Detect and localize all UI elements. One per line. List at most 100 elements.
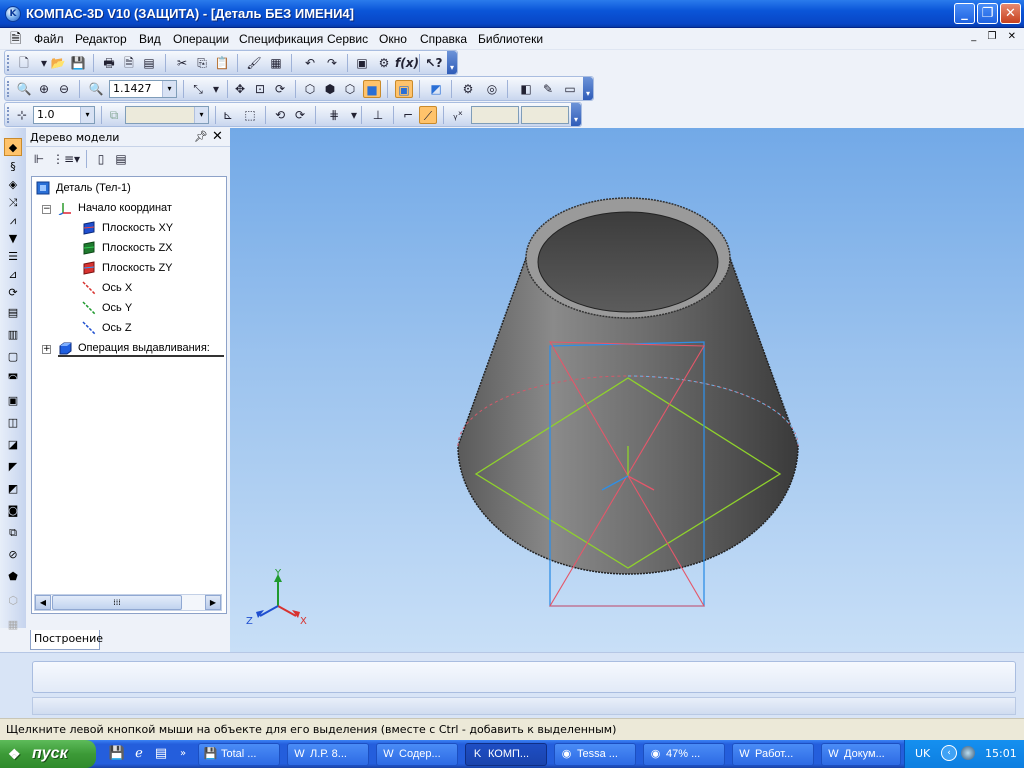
tree-node-extrusion[interactable]: Операция выдавливания: [58,339,224,357]
menu-service[interactable]: Сервис [327,32,368,46]
monitor-icon[interactable]: ▭ [561,80,579,98]
surfaces-icon[interactable]: ◈ [4,176,22,194]
kompas-k-icon[interactable]: K [5,6,21,22]
new-file-icon[interactable]: 🗋 [15,54,33,72]
redo-icon[interactable]: ↷ [323,54,341,72]
plane-orient-icon[interactable]: ⬚ [241,106,259,124]
preview-icon[interactable]: 🗎 [120,54,138,72]
tree-node-plane-xy[interactable]: Плоскость XY [82,219,222,237]
zoom-out-icon[interactable]: ⊖ [55,80,73,98]
context-help-icon[interactable]: ↖? [425,54,443,72]
loft-op-icon[interactable]: ◚ [4,370,22,388]
taskbar-item-download[interactable]: ◉ 47% ... [643,743,725,766]
shell-icon[interactable]: ◙ [4,502,22,520]
color-icon[interactable]: ✎ [539,80,557,98]
wireframe-icon[interactable]: ⬡ [301,80,319,98]
open-folder-icon[interactable]: 📂 [49,54,67,72]
cut-extrude-icon[interactable]: ▣ [4,392,22,410]
show-hidden-icons-icon[interactable]: ‹ [941,745,957,761]
rotate-icon[interactable]: ⟳ [271,80,289,98]
chevron-down-icon[interactable]: ▾ [162,81,176,97]
display-settings-icon[interactable]: ⚙ [459,80,477,98]
expand-extrusion-icon[interactable]: + [42,345,51,354]
variables-fx-icon[interactable]: f(x) [395,54,419,72]
editing-details-icon[interactable]: ◆ [4,138,22,156]
taskbar-item-dokum[interactable]: W Докум... [821,743,901,766]
tree-node-origin[interactable]: Начало координат [58,199,218,217]
maximize-button[interactable]: ❐ [977,3,998,24]
tab-construction[interactable]: Построение [30,630,103,650]
menu-help[interactable]: Справка [420,32,467,46]
tree-horizontal-scrollbar[interactable]: ◀ ⁞⁞⁞ ▶ [34,594,222,611]
coordinate-system-icon[interactable]: ⊥ [369,106,387,124]
auxiliary-geometry-icon[interactable]: ⩘ [4,212,22,230]
pan-icon[interactable]: ✥ [231,80,249,98]
filters-icon[interactable]: ▼ [4,230,22,248]
model-canvas[interactable]: Y X Z [230,128,1024,652]
spatial-curves-icon[interactable]: § [4,158,22,176]
start-button[interactable]: ❖ пуск [0,740,96,768]
menu-file[interactable]: Файл [34,32,64,46]
tree-node-axis-y[interactable]: Ось Y [82,299,222,317]
toolbar-grip[interactable] [7,107,10,123]
show-all-icon[interactable]: ◎ [483,80,501,98]
menu-specification[interactable]: Спецификация [239,32,323,46]
orientation-icon[interactable]: ⤡ [189,80,207,98]
model-viewport[interactable]: Y X Z [230,128,1024,652]
shaded-with-edges-icon[interactable]: ▣ [395,80,413,98]
zoom-scale-icon[interactable]: 🔍 [87,80,105,98]
fillet-icon[interactable]: ◤ [4,458,22,476]
close-button[interactable]: ✕ [1000,3,1021,24]
menu-operations[interactable]: Операции [173,32,229,46]
zoom-scale-field[interactable]: 1.1427 ▾ [109,80,177,98]
toolbar-options-chevron-icon[interactable]: ▾ [571,103,581,126]
hidden-lines-icon[interactable]: ⬢ [321,80,339,98]
tree-node-axis-x[interactable]: Ось X [82,279,222,297]
snap-icon[interactable]: ⟲ [271,106,289,124]
zoom-in-icon[interactable]: ⊕ [35,80,53,98]
toolbar-options-chevron-icon[interactable]: ▾ [447,51,457,74]
local-cs-icon[interactable]: ⊾ [219,106,237,124]
paste-icon[interactable]: 📋 [213,54,231,72]
title-bar[interactable]: K КОМПАС-3D V10 (ЗАЩИТА) - [Деталь БЕЗ И… [0,0,1024,28]
step-field[interactable]: 1.0 ▾ [33,106,95,124]
menu-editor[interactable]: Редактор [75,32,127,46]
chevron-down-icon[interactable]: ▾ [207,80,225,98]
close-icon[interactable]: ✕ [212,129,223,144]
frustum-body[interactable] [457,197,799,575]
format-brush-icon[interactable]: 🖌 [245,54,263,72]
print-icon[interactable]: 🖶 [100,54,118,72]
toolbar-grip[interactable] [7,81,10,97]
libraries-icon[interactable]: ⚙ [375,54,393,72]
document-window-controls[interactable]: _ ❐ ✕ [971,31,1020,42]
rib-icon[interactable]: ⬟ [4,568,22,586]
cursor-coords-icon[interactable]: ᵧˣ [449,106,467,124]
taskbar-item-soder[interactable]: W Содер... [376,743,458,766]
cursor-step-icon[interactable]: ⊹ [13,106,31,124]
toolbar-grip[interactable] [7,55,10,71]
taskbar-item-lr8[interactable]: W Л.Р. 8... [287,743,369,766]
menu-libraries[interactable]: Библиотеки [478,32,543,46]
grid-icon[interactable]: ⋕ [325,106,343,124]
chevron-down-icon[interactable]: ▾ [80,107,94,123]
reports-icon[interactable]: ⟳ [4,284,22,302]
quicklaunch-doc-icon[interactable]: ▤ [152,745,170,763]
zoom-to-fit-icon[interactable]: ⊡ [251,80,269,98]
scroll-right-icon[interactable]: ▶ [205,595,221,610]
language-indicator[interactable]: UK [915,747,930,760]
new-document-icon[interactable]: ▤ [140,54,158,72]
menu-view[interactable]: Вид [139,32,161,46]
chamfer-icon[interactable]: ◩ [4,480,22,498]
collapse-origin-icon[interactable]: − [42,205,51,214]
incline-icon[interactable]: ⧉ [4,524,22,542]
properties-area[interactable] [32,661,1016,693]
tree-structure-icon[interactable]: ⊩ [30,150,48,168]
round-coords-icon[interactable]: ⟋ [419,106,437,124]
network-icon[interactable] [961,746,975,760]
properties-icon[interactable]: ▦ [267,54,285,72]
minimize-button[interactable]: _ [954,3,975,24]
save-icon[interactable]: 💾 [69,54,87,72]
cut-kinematic-icon[interactable]: ◪ [4,436,22,454]
measure-icon[interactable]: ⊿ [4,266,22,284]
tree-sort-icon[interactable]: ▯ [92,150,110,168]
